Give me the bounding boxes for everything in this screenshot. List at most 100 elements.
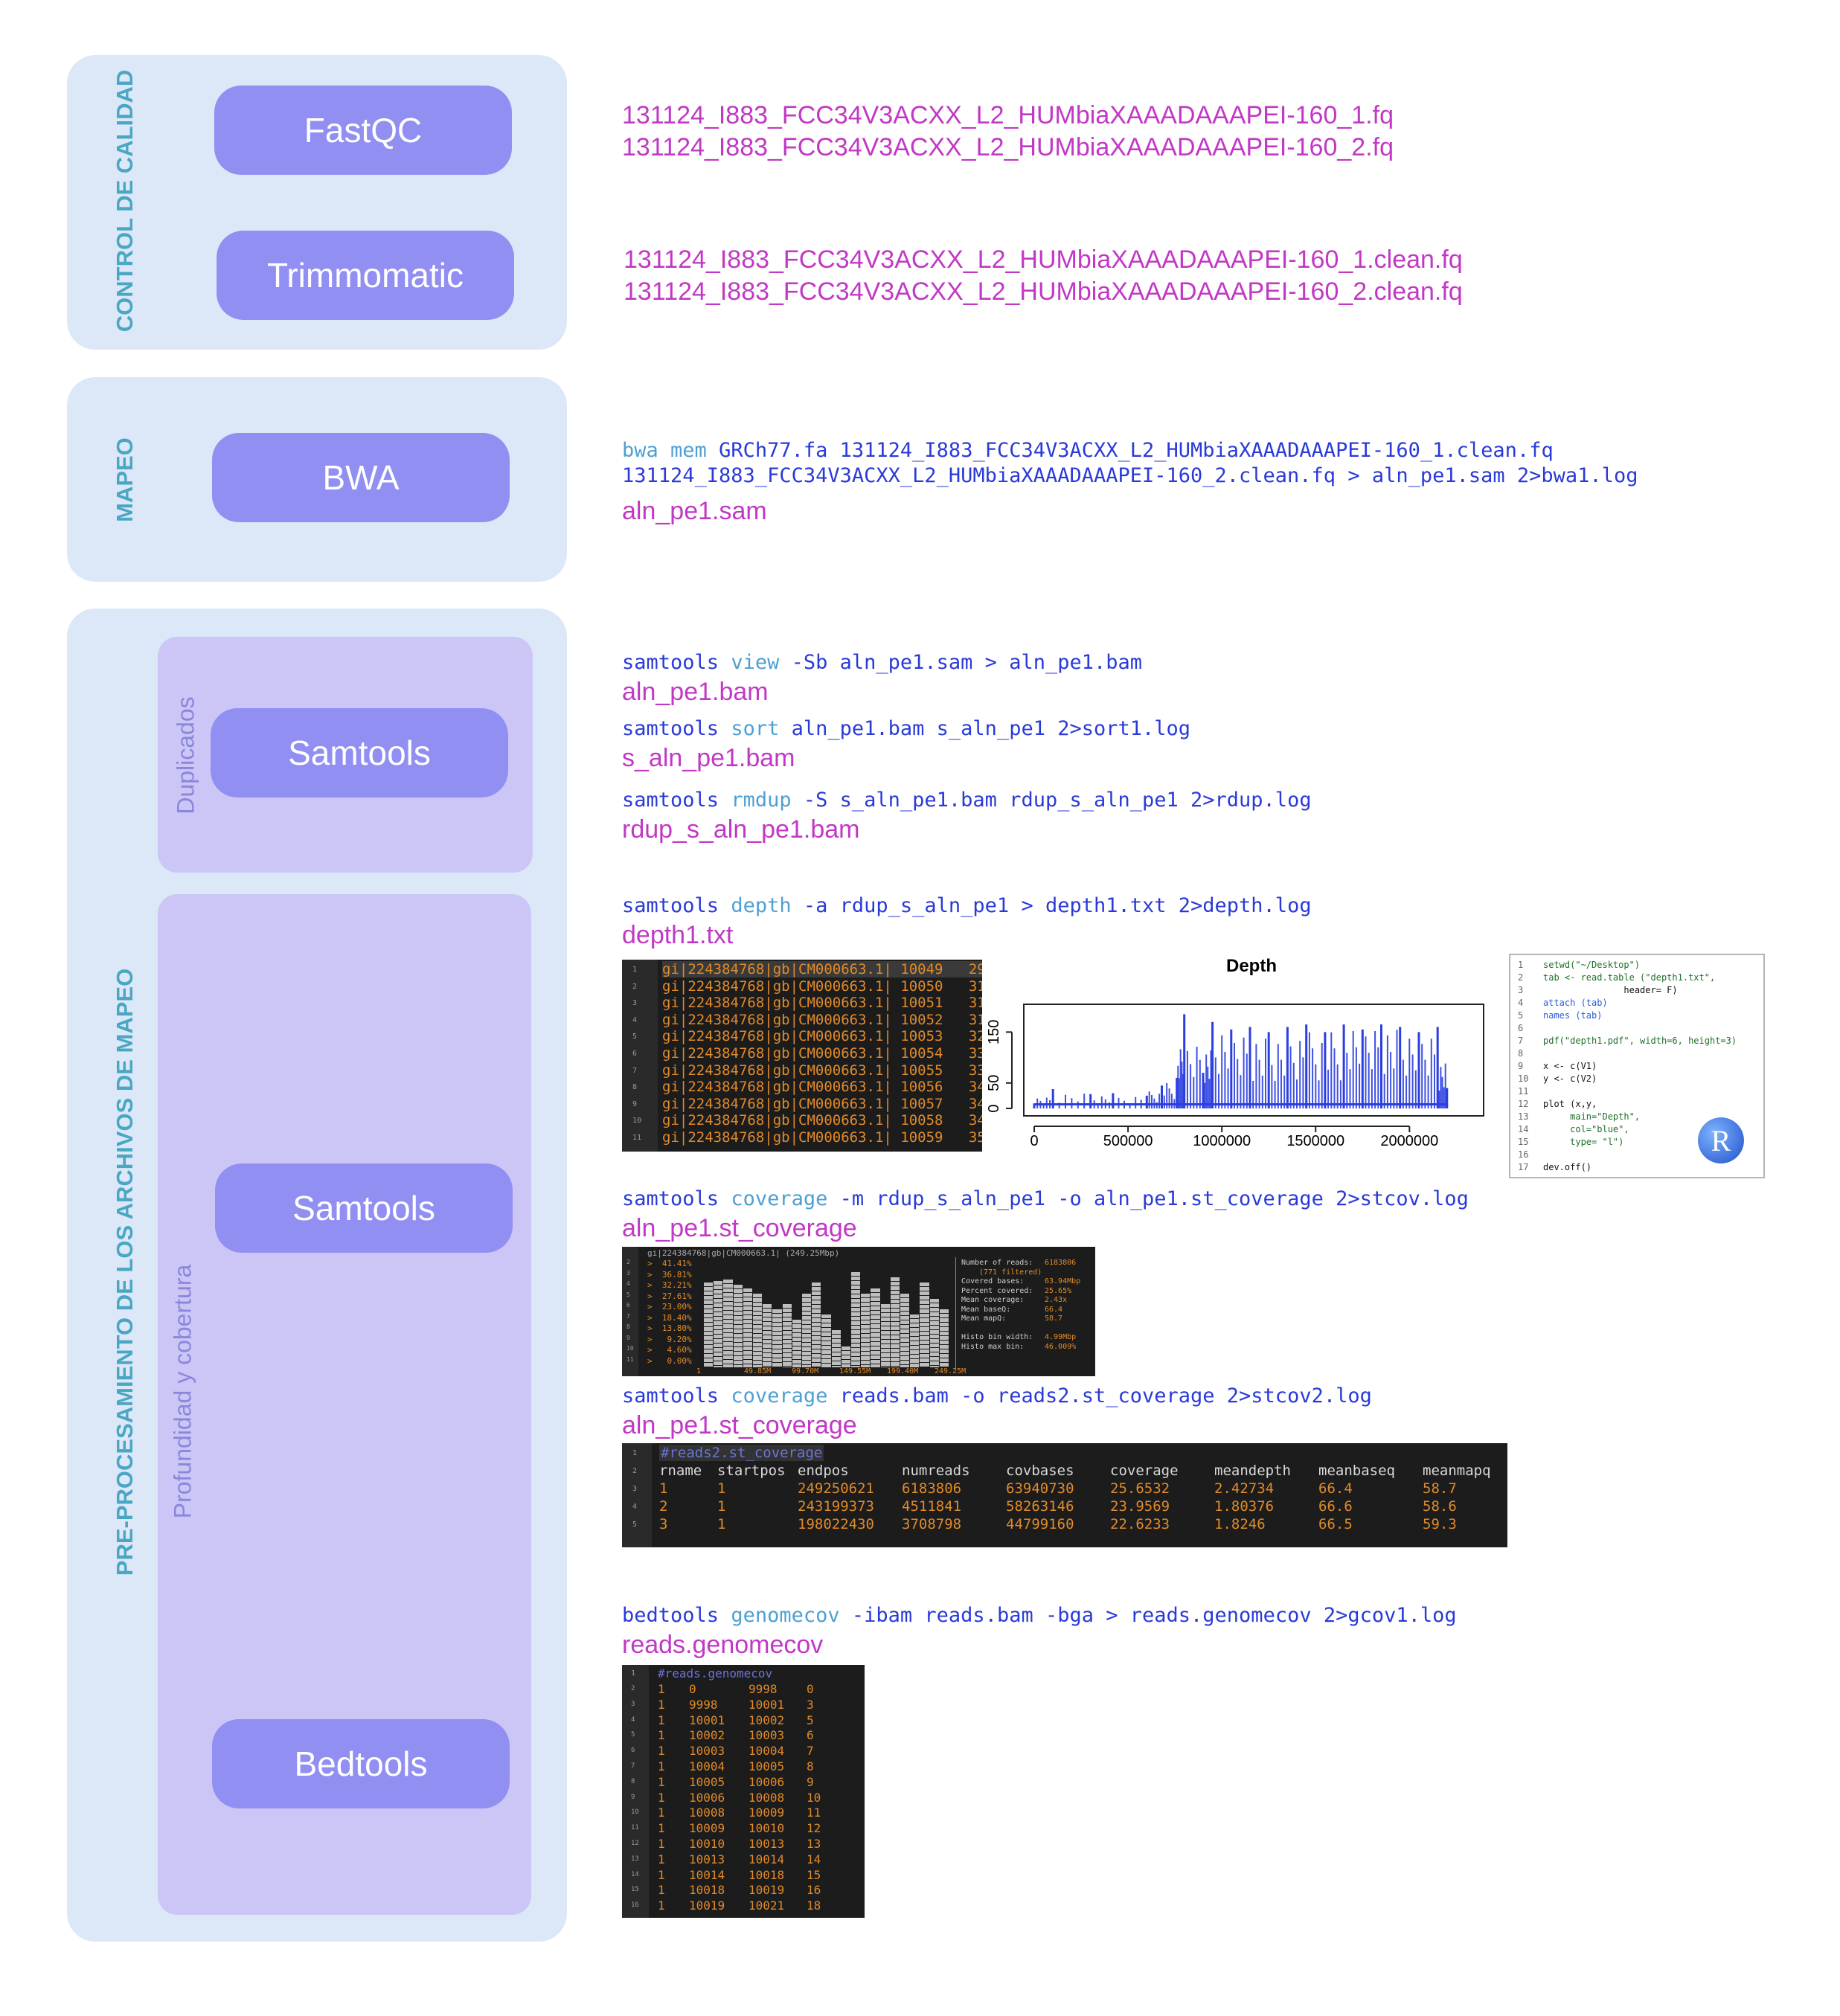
hist-stat-value: (771 filtered): [979, 1268, 1042, 1277]
table-row: gi|224384768|gb|CM000663.1| 10051 31: [662, 995, 982, 1011]
bedtools-tool: Bedtools: [212, 1719, 510, 1808]
line-number: 15: [1518, 1137, 1529, 1147]
depth-series-fill: [1036, 1030, 1446, 1108]
x-tick-label: 0: [1030, 1133, 1038, 1149]
hist-bar: [733, 1285, 743, 1367]
line-number: 2: [631, 1685, 635, 1692]
depth-chart: Depth 0 500000 1000000 1500000 2000000 0 50 150: [986, 956, 1484, 1149]
r-code-line: header= F): [1543, 985, 1678, 995]
hist-y-label: > 36.81%: [647, 1269, 692, 1280]
table-cell: 10006: [748, 1774, 785, 1789]
line-number: 4: [632, 1503, 638, 1511]
table-cell: 5: [807, 1712, 814, 1727]
line-number: 2: [632, 1467, 638, 1475]
depth-position: 10055: [891, 1062, 943, 1079]
table-cell: 2: [659, 1498, 668, 1515]
line-number: 1: [1518, 960, 1524, 970]
r-code-line: setwd("~/Desktop"): [1543, 960, 1641, 970]
table-cell: 1: [658, 1774, 665, 1789]
table-cell: 10004: [748, 1744, 785, 1759]
table-header-cell: meanmapq: [1423, 1463, 1491, 1479]
line-number: 12: [631, 1840, 639, 1847]
table-row: gi|224384768|gb|CM000663.1| 10052 31: [662, 1012, 982, 1028]
line-number: 6: [626, 1302, 630, 1309]
hist-bar: [939, 1309, 949, 1367]
bwa-tool: BWA: [212, 433, 510, 522]
hist-stat-label: Histo max bin:: [961, 1342, 1025, 1351]
depth-value: 32: [943, 1028, 982, 1045]
line-number: 3: [632, 1485, 638, 1493]
table-cell: 4511841: [902, 1498, 962, 1515]
genomecov-command: bedtools genomecov -ibam reads.bam -bga …: [622, 1604, 1457, 1627]
depth-value: 34: [943, 1095, 982, 1112]
coverage2-command: samtools coverage reads.bam -o reads2.st…: [622, 1384, 1372, 1407]
table-cell: 10005: [689, 1774, 725, 1789]
depth-value: 34: [943, 1079, 982, 1096]
table-row: gi|224384768|gb|CM000663.1| 10049 29: [662, 961, 982, 977]
table-cell: 1: [658, 1682, 665, 1696]
table-cell: 0: [807, 1682, 814, 1696]
table-cell: 9998: [748, 1682, 778, 1696]
table-cell: 59.3: [1423, 1516, 1457, 1532]
depth-position: 10050: [891, 977, 943, 995]
depth-chrom: gi|224384768|gb|CM000663.1|: [662, 1079, 892, 1096]
line-number: 7: [626, 1312, 630, 1320]
table-cell: 58.6: [1423, 1498, 1457, 1515]
r-code-line: y <- c(V2): [1543, 1073, 1597, 1084]
table-cell: 25.6532: [1110, 1480, 1170, 1497]
table-header-cell: coverage: [1110, 1463, 1179, 1479]
table-row: gi|224384768|gb|CM000663.1| 10056 34: [662, 1079, 982, 1095]
x-tick-label: 500000: [1103, 1133, 1153, 1149]
depth-chrom: gi|224384768|gb|CM000663.1|: [662, 1028, 892, 1045]
sort-command: samtools sort aln_pe1.bam s_aln_pe1 2>so…: [622, 717, 1191, 740]
hist-y-label: > 27.61%: [647, 1291, 692, 1301]
samtools-duplicates-tool: Samtools: [211, 708, 508, 797]
line-number: 6: [631, 1747, 635, 1755]
depth-position: 10053: [891, 1028, 943, 1045]
line-number: 5: [632, 1521, 638, 1529]
depth-chrom: gi|224384768|gb|CM000663.1|: [662, 1045, 892, 1062]
hist-stat-value: 4.99Mbp: [1045, 1333, 1077, 1341]
depth-value: 34: [943, 1112, 982, 1129]
fq1-file: 131124_I883_FCC34V3ACXX_L2_HUMbiaXAAADAA…: [622, 101, 1394, 129]
line-number: 15: [631, 1886, 639, 1894]
depth-position: 10051: [891, 995, 943, 1012]
hist-bar: [772, 1309, 782, 1367]
table-cell: 10002: [689, 1728, 725, 1743]
table-row: gi|224384768|gb|CM000663.1| 10050 31: [662, 978, 982, 995]
depth-chrom: gi|224384768|gb|CM000663.1|: [662, 1112, 892, 1129]
hist-stat-value: 25.65%: [1045, 1286, 1072, 1295]
depth-value: 29: [943, 961, 982, 977]
table-cell: 3708798: [902, 1516, 962, 1532]
mapping-section-label: MAPEO: [112, 437, 138, 522]
table-cell: 15: [807, 1867, 821, 1882]
st-coverage-table: #reads2.st_coverage 2 rname startpos endpos n…: [622, 1443, 1507, 1547]
table-cell: 1: [659, 1480, 668, 1497]
line-number: 1: [632, 966, 638, 974]
table-cell: 1: [658, 1821, 665, 1836]
hist-bar: [831, 1330, 841, 1367]
r-code-line: col="blue",: [1543, 1124, 1629, 1134]
r-code-line: main="Depth",: [1543, 1111, 1641, 1122]
r-code-line: attach (tab): [1543, 998, 1608, 1008]
line-number: 13: [631, 1855, 639, 1863]
table-cell: 10013: [689, 1852, 725, 1866]
depth-chrom: gi|224384768|gb|CM000663.1|: [662, 1062, 892, 1079]
hist-bar: [920, 1283, 929, 1367]
hist-y-label: > 23.00%: [647, 1302, 692, 1312]
table-cell: 66.6: [1318, 1498, 1353, 1515]
hist-divider: [955, 1257, 956, 1369]
table-cell: 10008: [689, 1805, 725, 1820]
table-header-cell: endpos: [798, 1463, 849, 1479]
r-code-line: dev.off(): [1543, 1162, 1592, 1172]
hist-x-label: 1: [696, 1367, 702, 1375]
hist-stat-label: Covered bases:: [961, 1277, 1025, 1285]
qc-section-label: CONTROL DE CALIDAD: [112, 69, 138, 333]
depth-chrom: gi|224384768|gb|CM000663.1|: [662, 1011, 892, 1028]
coverage1-command: samtools coverage -m rdup_s_aln_pe1 -o a…: [622, 1187, 1469, 1210]
depth-value: 31: [943, 1011, 982, 1028]
table-cell: 10010: [748, 1821, 785, 1836]
hist-x-label: 199.40M: [887, 1367, 919, 1375]
hist-y-label: > 4.60%: [647, 1345, 692, 1355]
line-number: 16: [631, 1901, 639, 1910]
